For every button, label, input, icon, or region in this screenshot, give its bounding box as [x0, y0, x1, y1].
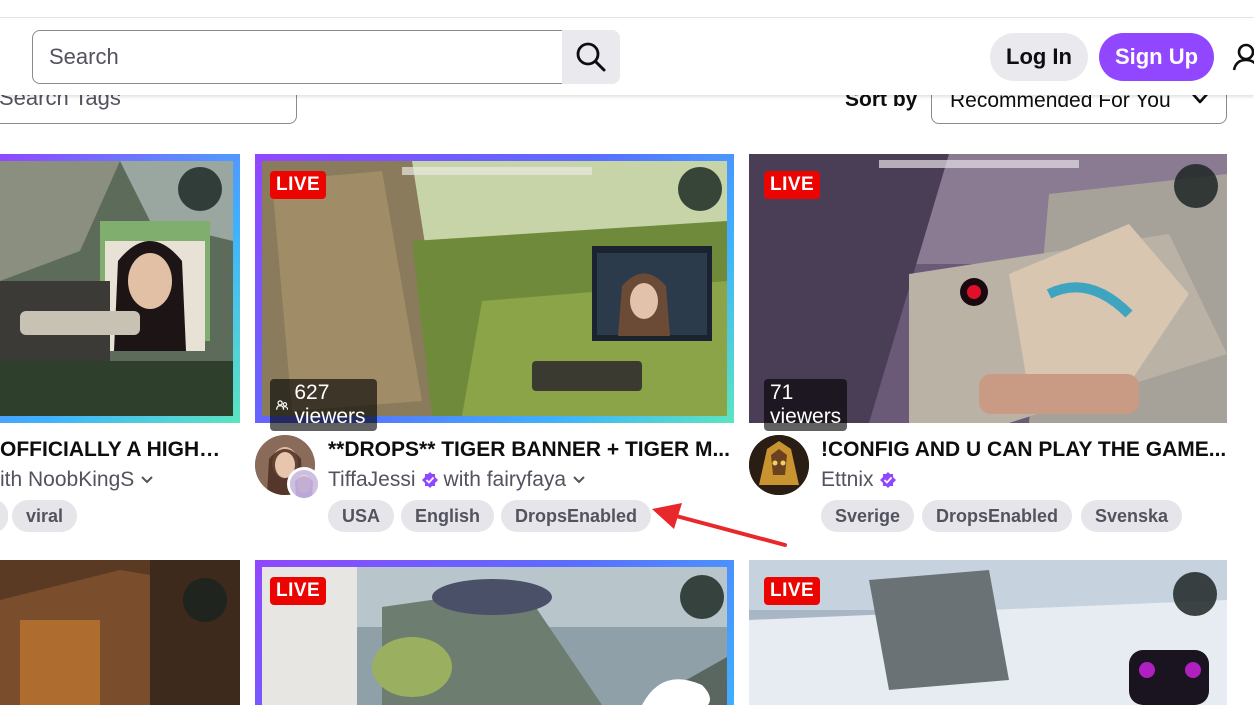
channel-avatar[interactable]: [749, 435, 809, 495]
viewer-count: 71 viewers: [764, 379, 848, 431]
live-badge: LIVE: [764, 171, 821, 199]
co-streamer-avatar[interactable]: [287, 467, 321, 501]
browser-top-strip: [0, 0, 1254, 18]
annotation-arrow: [652, 503, 787, 547]
live-badge: LIVE: [764, 577, 821, 605]
stream-channel[interactable]: TiffaJessi with fairyfaya: [328, 468, 586, 492]
stream-thumbnail[interactable]: [0, 161, 233, 416]
stream-channel[interactable]: ith NoobKingS: [0, 468, 154, 492]
search-button[interactable]: [562, 30, 620, 84]
stream-thumbnail[interactable]: [0, 560, 240, 705]
live-badge: LIVE: [270, 577, 327, 605]
stream-tag[interactable]: [0, 500, 8, 532]
top-nav: Log In Sign Up: [0, 18, 1254, 95]
stream-title[interactable]: !CONFIG AND U CAN PLAY THE GAME...: [821, 438, 1227, 462]
viewer-count-text: 71 viewers: [770, 381, 842, 428]
stream-tag[interactable]: Svenska: [1081, 500, 1183, 532]
collab-text: with fairyfaya: [443, 468, 567, 491]
stream-title[interactable]: OFFICIALLY A HIGHG...: [0, 438, 232, 462]
channel-name: ith NoobKingS: [0, 468, 135, 491]
stream-tag[interactable]: USA: [328, 500, 395, 532]
channel-name[interactable]: TiffaJessi: [328, 468, 416, 492]
verified-icon: [879, 472, 896, 488]
viewers-icon: [276, 400, 289, 410]
stream-thumbnail[interactable]: [262, 161, 727, 416]
verified-icon: [421, 472, 438, 488]
stream-thumbnail[interactable]: [262, 567, 727, 705]
stream-thumbnail[interactable]: [749, 560, 1227, 705]
stream-tag[interactable]: DropsEnabled: [922, 500, 1073, 532]
stream-tag[interactable]: DropsEnabled: [501, 500, 652, 532]
live-badge: LIVE: [270, 171, 327, 199]
stream-tag[interactable]: viral: [12, 500, 78, 532]
stream-channel[interactable]: Ettnix: [821, 468, 896, 492]
stream-tag[interactable]: English: [401, 500, 495, 532]
chevron-down-icon[interactable]: [140, 475, 154, 485]
viewer-count-text: 627 viewers: [294, 381, 366, 428]
viewer-count: 627 viewers: [270, 379, 378, 431]
login-button[interactable]: Log In: [990, 33, 1088, 81]
stream-title[interactable]: **DROPS** TIGER BANNER + TIGER M...: [328, 438, 734, 462]
channel-name[interactable]: Ettnix: [821, 468, 874, 492]
signup-button[interactable]: Sign Up: [1099, 33, 1214, 81]
search-icon: [576, 42, 606, 72]
user-icon[interactable]: [1232, 42, 1254, 72]
chevron-down-icon[interactable]: [572, 475, 586, 485]
stream-tag[interactable]: Sverige: [821, 500, 915, 532]
search-input[interactable]: [32, 30, 563, 84]
